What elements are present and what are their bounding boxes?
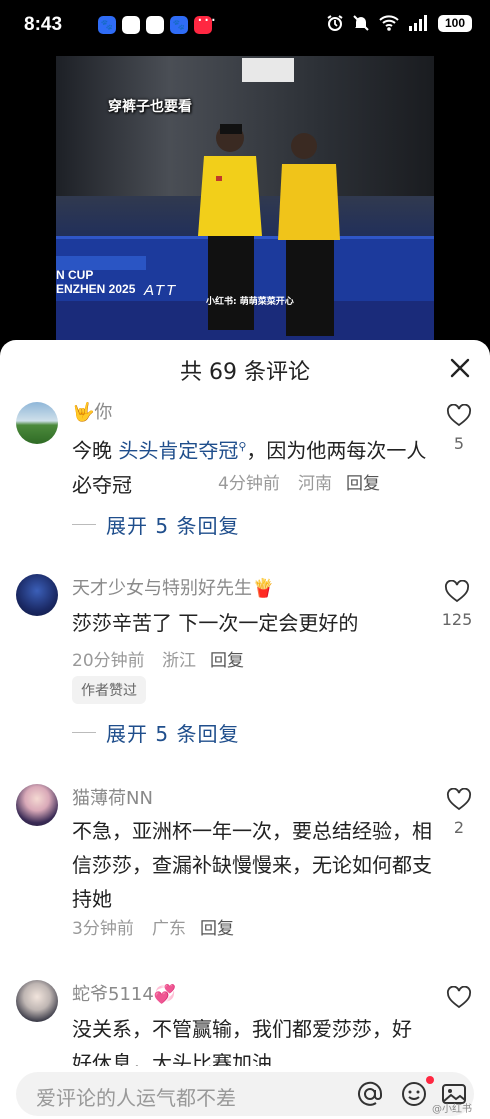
comment-time: 4分钟前 (218, 474, 280, 494)
notification-dot (426, 1076, 434, 1084)
video-cup-line-1: N CUP (56, 268, 94, 282)
mute-icon (353, 15, 369, 31)
like-button[interactable] (444, 986, 474, 1016)
comment-location: 广东 (152, 919, 186, 939)
divider (72, 732, 96, 733)
alarm-icon (327, 15, 343, 31)
like-button[interactable]: 125 (440, 580, 474, 629)
video-watermark: 小红书: 萌萌菜菜开心 (206, 297, 294, 307)
expand-replies-button[interactable]: 展开 5 条回复 (72, 718, 239, 747)
comment-count-title: 共 69 条评论 (180, 360, 310, 385)
expand-replies-button[interactable]: 展开 5 条回复 (72, 510, 239, 539)
comment-text: 莎莎辛苦了 下一次一定会更好的 (72, 611, 359, 635)
expand-replies-label: 展开 5 条回复 (106, 722, 240, 746)
video-player[interactable]: 穿裤子也要看 N CUP ENZHEN 2025 ATT 小红书: 萌萌菜菜开心 (56, 56, 434, 341)
video-cup-text: N CUP ENZHEN 2025 (56, 268, 135, 296)
weibo-icon: 👁 (122, 16, 140, 34)
comment-author[interactable]: 🤟你 (72, 398, 112, 424)
more-notifications-icon: ··· (197, 10, 218, 31)
comment-text: 不急，亚洲杯一年一次，要总结经验，相信莎莎，查漏补缺慢慢来，无论如何都支持她 (72, 819, 432, 911)
comment-location: 浙江 (162, 651, 196, 671)
avatar[interactable] (16, 574, 58, 616)
heart-icon (447, 404, 471, 427)
comment-author-name: 蛇爷5114 (72, 984, 154, 1005)
comment-time: 3分钟前 (72, 919, 134, 939)
author-liked-badge: 作者赞过 (72, 676, 146, 704)
comment-input[interactable]: 爱评论的人运气都不差 (16, 1072, 474, 1116)
comment-location: 河南 (298, 474, 332, 494)
reply-button[interactable]: 回复 (210, 646, 244, 671)
fries-emoji: 🍟 (252, 578, 275, 599)
comment-author-name: 天才少女与特别好先生 (72, 578, 252, 599)
heart-icon (447, 788, 471, 811)
comment-text-prefix: 今晚 (72, 438, 119, 463)
mention-icon[interactable] (356, 1080, 384, 1108)
hearts-emoji: 💞 (153, 984, 177, 1005)
video-sign (242, 58, 294, 82)
like-count: 5 (453, 434, 465, 453)
like-count: 125 (441, 610, 473, 629)
battery-indicator: 100 (438, 14, 472, 32)
close-icon[interactable] (446, 354, 474, 382)
expand-replies-label: 展开 5 条回复 (106, 514, 240, 538)
comment-item: 🤟你 今晚 头头肯定夺冠⚲，因为他两每次一人必夺冠 4分钟前 河南 回复 5 展… (0, 398, 490, 598)
weibo-icon-2: 👁 (146, 16, 164, 34)
like-button[interactable]: 5 (444, 404, 474, 453)
signal-icon (409, 15, 427, 31)
avatar[interactable] (16, 402, 58, 444)
comment-time: 20分钟前 (72, 651, 145, 671)
video-caption: 穿裤子也要看 (108, 99, 192, 115)
comment-author[interactable]: 天才少女与特别好先生🍟 (72, 574, 274, 600)
heart-icon (445, 580, 469, 603)
like-count: 2 (453, 818, 465, 837)
status-bar: 8:43 🐾 👁 👁 🐾 ··· 100 (0, 0, 490, 52)
wifi-icon (379, 15, 399, 31)
emoji-icon[interactable] (400, 1080, 428, 1108)
status-time: 8:43 (24, 14, 63, 35)
avatar[interactable] (16, 980, 58, 1022)
comment-author[interactable]: 猫薄荷NN (72, 784, 153, 810)
comment-input-placeholder: 爱评论的人运气都不差 (36, 1086, 236, 1110)
avatar[interactable] (16, 784, 58, 826)
notification-icons: 🐾 👁 👁 🐾 (98, 16, 212, 34)
like-button[interactable]: 2 (444, 788, 474, 837)
comment-item: 天才少女与特别好先生🍟 莎莎辛苦了 下一次一定会更好的 20分钟前 浙江 回复 … (0, 572, 490, 762)
divider (72, 524, 96, 525)
comment-sheet-header: 共 69 条评论 (0, 340, 490, 398)
search-keyword-link[interactable]: 头头肯定夺冠 (118, 439, 238, 463)
video-brand: ATT (144, 282, 178, 299)
comment-author[interactable]: 蛇爷5114💞 (72, 980, 176, 1006)
heart-icon (447, 986, 471, 1009)
reply-button[interactable]: 回复 (200, 914, 234, 939)
comment-item: 猫薄荷NN 不急，亚洲杯一年一次，要总结经验，相信莎莎，查漏补缺慢慢来，无论如何… (0, 780, 490, 970)
baidu-icon-2: 🐾 (170, 16, 188, 34)
reply-button[interactable]: 回复 (346, 469, 380, 494)
comment-sheet: 共 69 条评论 🤟你 今晚 头头肯定夺冠⚲，因为他两每次一人必夺冠 4分钟前 … (0, 340, 490, 1119)
system-icons: 100 (326, 14, 472, 32)
video-cup-line-2: ENZHEN 2025 (56, 282, 136, 296)
comment-input-bar: 爱评论的人运气都不差 @小红书 (0, 1066, 490, 1119)
platform-watermark: @小红书 (432, 1104, 472, 1115)
baidu-icon: 🐾 (98, 16, 116, 34)
